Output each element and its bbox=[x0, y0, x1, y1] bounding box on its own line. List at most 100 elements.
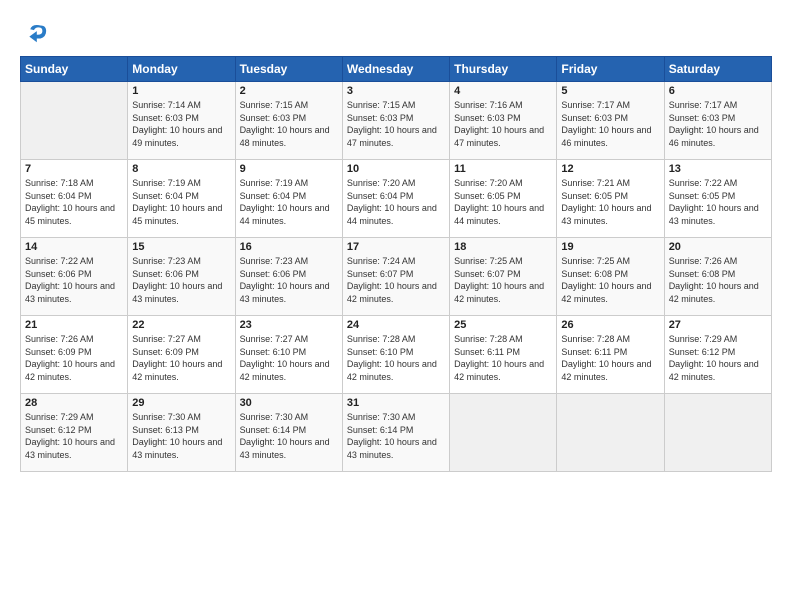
header-cell: Wednesday bbox=[342, 57, 449, 82]
day-number: 24 bbox=[347, 319, 445, 331]
calendar-day-cell bbox=[557, 394, 664, 472]
calendar-day-cell: 1 Sunrise: 7:14 AM Sunset: 6:03 PM Daylig… bbox=[128, 82, 235, 160]
day-number: 9 bbox=[240, 163, 338, 175]
header-cell: Friday bbox=[557, 57, 664, 82]
header-cell: Monday bbox=[128, 57, 235, 82]
day-number: 31 bbox=[347, 397, 445, 409]
calendar-day-cell bbox=[450, 394, 557, 472]
calendar-day-cell: 3 Sunrise: 7:15 AM Sunset: 6:03 PM Daylig… bbox=[342, 82, 449, 160]
calendar-week-row: 21Sunrise: 7:26 AM Sunset: 6:09 PM Dayli… bbox=[21, 316, 772, 394]
day-number: 23 bbox=[240, 319, 338, 331]
calendar-day-cell: 20 Sunrise: 7:26 AM Sunset: 6:08 PM Dayli… bbox=[664, 238, 771, 316]
calendar-day-cell: 2 Sunrise: 7:15 AM Sunset: 6:03 PM Daylig… bbox=[235, 82, 342, 160]
logo bbox=[20, 18, 52, 46]
day-info: Sunrise: 7:27 AM Sunset: 6:10 PM Dayligh… bbox=[240, 333, 338, 383]
day-number: 19 bbox=[561, 241, 659, 253]
day-info: Sunrise: 7:29 AM Sunset: 6:12 PM Dayligh… bbox=[669, 333, 767, 383]
day-info: Sunrise: 7:28 AM Sunset: 6:11 PM Dayligh… bbox=[561, 333, 659, 383]
calendar-day-cell: 31 Sunrise: 7:30 AM Sunset: 6:14 PM Dayli… bbox=[342, 394, 449, 472]
day-info: Sunrise: 7:19 AM Sunset: 6:04 PM Dayligh… bbox=[132, 177, 230, 227]
day-number: 25 bbox=[454, 319, 552, 331]
calendar-day-cell: 25 Sunrise: 7:28 AM Sunset: 6:11 PM Dayli… bbox=[450, 316, 557, 394]
day-number: 16 bbox=[240, 241, 338, 253]
calendar-day-cell: 17 Sunrise: 7:24 AM Sunset: 6:07 PM Dayli… bbox=[342, 238, 449, 316]
day-number: 29 bbox=[132, 397, 230, 409]
calendar-day-cell: 28 Sunrise: 7:29 AM Sunset: 6:12 PM Dayli… bbox=[21, 394, 128, 472]
calendar-day-cell: 7 Sunrise: 7:18 AM Sunset: 6:04 PM Daylig… bbox=[21, 160, 128, 238]
day-number: 13 bbox=[669, 163, 767, 175]
day-info: Sunrise: 7:30 AM Sunset: 6:14 PM Dayligh… bbox=[240, 411, 338, 461]
day-number: 22 bbox=[132, 319, 230, 331]
day-number: 8 bbox=[132, 163, 230, 175]
day-info: Sunrise: 7:16 AM Sunset: 6:03 PM Dayligh… bbox=[454, 99, 552, 149]
day-number: 27 bbox=[669, 319, 767, 331]
calendar-day-cell: 9 Sunrise: 7:19 AM Sunset: 6:04 PM Daylig… bbox=[235, 160, 342, 238]
day-info: Sunrise: 7:30 AM Sunset: 6:14 PM Dayligh… bbox=[347, 411, 445, 461]
header-cell: Sunday bbox=[21, 57, 128, 82]
day-info: Sunrise: 7:15 AM Sunset: 6:03 PM Dayligh… bbox=[240, 99, 338, 149]
header-cell: Thursday bbox=[450, 57, 557, 82]
day-info: Sunrise: 7:21 AM Sunset: 6:05 PM Dayligh… bbox=[561, 177, 659, 227]
day-number: 11 bbox=[454, 163, 552, 175]
calendar-day-cell: 23 Sunrise: 7:27 AM Sunset: 6:10 PM Dayli… bbox=[235, 316, 342, 394]
day-number: 12 bbox=[561, 163, 659, 175]
calendar-day-cell: 14 Sunrise: 7:22 AM Sunset: 6:06 PM Dayli… bbox=[21, 238, 128, 316]
day-info: Sunrise: 7:22 AM Sunset: 6:05 PM Dayligh… bbox=[669, 177, 767, 227]
calendar-week-row: 1 Sunrise: 7:14 AM Sunset: 6:03 PM Daylig… bbox=[21, 82, 772, 160]
calendar-day-cell: 21Sunrise: 7:26 AM Sunset: 6:09 PM Dayli… bbox=[21, 316, 128, 394]
day-info: Sunrise: 7:26 AM Sunset: 6:08 PM Dayligh… bbox=[669, 255, 767, 305]
calendar-day-cell: 13 Sunrise: 7:22 AM Sunset: 6:05 PM Dayli… bbox=[664, 160, 771, 238]
header-row: SundayMondayTuesdayWednesdayThursdayFrid… bbox=[21, 57, 772, 82]
day-number: 14 bbox=[25, 241, 123, 253]
day-info: Sunrise: 7:22 AM Sunset: 6:06 PM Dayligh… bbox=[25, 255, 123, 305]
calendar-day-cell: 26Sunrise: 7:28 AM Sunset: 6:11 PM Dayli… bbox=[557, 316, 664, 394]
day-info: Sunrise: 7:14 AM Sunset: 6:03 PM Dayligh… bbox=[132, 99, 230, 149]
calendar-day-cell: 19 Sunrise: 7:25 AM Sunset: 6:08 PM Dayli… bbox=[557, 238, 664, 316]
day-info: Sunrise: 7:18 AM Sunset: 6:04 PM Dayligh… bbox=[25, 177, 123, 227]
day-number: 7 bbox=[25, 163, 123, 175]
logo-icon bbox=[20, 18, 48, 46]
calendar-day-cell: 10Sunrise: 7:20 AM Sunset: 6:04 PM Dayli… bbox=[342, 160, 449, 238]
day-info: Sunrise: 7:19 AM Sunset: 6:04 PM Dayligh… bbox=[240, 177, 338, 227]
day-number: 3 bbox=[347, 85, 445, 97]
calendar-day-cell: 22 Sunrise: 7:27 AM Sunset: 6:09 PM Dayli… bbox=[128, 316, 235, 394]
calendar-day-cell: 18Sunrise: 7:25 AM Sunset: 6:07 PM Dayli… bbox=[450, 238, 557, 316]
day-number: 2 bbox=[240, 85, 338, 97]
day-number: 4 bbox=[454, 85, 552, 97]
calendar-day-cell: 15 Sunrise: 7:23 AM Sunset: 6:06 PM Dayli… bbox=[128, 238, 235, 316]
calendar-header: SundayMondayTuesdayWednesdayThursdayFrid… bbox=[21, 57, 772, 82]
calendar-day-cell: 24 Sunrise: 7:28 AM Sunset: 6:10 PM Dayli… bbox=[342, 316, 449, 394]
day-info: Sunrise: 7:30 AM Sunset: 6:13 PM Dayligh… bbox=[132, 411, 230, 461]
day-info: Sunrise: 7:15 AM Sunset: 6:03 PM Dayligh… bbox=[347, 99, 445, 149]
page-container: SundayMondayTuesdayWednesdayThursdayFrid… bbox=[0, 0, 792, 612]
day-info: Sunrise: 7:27 AM Sunset: 6:09 PM Dayligh… bbox=[132, 333, 230, 383]
day-info: Sunrise: 7:28 AM Sunset: 6:11 PM Dayligh… bbox=[454, 333, 552, 383]
day-number: 15 bbox=[132, 241, 230, 253]
day-info: Sunrise: 7:17 AM Sunset: 6:03 PM Dayligh… bbox=[669, 99, 767, 149]
day-info: Sunrise: 7:25 AM Sunset: 6:08 PM Dayligh… bbox=[561, 255, 659, 305]
calendar-day-cell: 5 Sunrise: 7:17 AM Sunset: 6:03 PM Daylig… bbox=[557, 82, 664, 160]
day-number: 6 bbox=[669, 85, 767, 97]
day-info: Sunrise: 7:25 AM Sunset: 6:07 PM Dayligh… bbox=[454, 255, 552, 305]
day-number: 20 bbox=[669, 241, 767, 253]
day-number: 28 bbox=[25, 397, 123, 409]
day-info: Sunrise: 7:23 AM Sunset: 6:06 PM Dayligh… bbox=[132, 255, 230, 305]
day-info: Sunrise: 7:28 AM Sunset: 6:10 PM Dayligh… bbox=[347, 333, 445, 383]
day-number: 1 bbox=[132, 85, 230, 97]
calendar-day-cell: 4 Sunrise: 7:16 AM Sunset: 6:03 PM Daylig… bbox=[450, 82, 557, 160]
day-info: Sunrise: 7:26 AM Sunset: 6:09 PM Dayligh… bbox=[25, 333, 123, 383]
day-number: 17 bbox=[347, 241, 445, 253]
day-info: Sunrise: 7:23 AM Sunset: 6:06 PM Dayligh… bbox=[240, 255, 338, 305]
calendar-day-cell: 30Sunrise: 7:30 AM Sunset: 6:14 PM Dayli… bbox=[235, 394, 342, 472]
calendar-day-cell: 29 Sunrise: 7:30 AM Sunset: 6:13 PM Dayli… bbox=[128, 394, 235, 472]
header-cell: Tuesday bbox=[235, 57, 342, 82]
day-info: Sunrise: 7:24 AM Sunset: 6:07 PM Dayligh… bbox=[347, 255, 445, 305]
day-info: Sunrise: 7:17 AM Sunset: 6:03 PM Dayligh… bbox=[561, 99, 659, 149]
calendar-day-cell bbox=[664, 394, 771, 472]
day-info: Sunrise: 7:20 AM Sunset: 6:05 PM Dayligh… bbox=[454, 177, 552, 227]
calendar-day-cell: 11 Sunrise: 7:20 AM Sunset: 6:05 PM Dayli… bbox=[450, 160, 557, 238]
calendar-day-cell: 6 Sunrise: 7:17 AM Sunset: 6:03 PM Daylig… bbox=[664, 82, 771, 160]
day-info: Sunrise: 7:29 AM Sunset: 6:12 PM Dayligh… bbox=[25, 411, 123, 461]
calendar-day-cell bbox=[21, 82, 128, 160]
day-number: 5 bbox=[561, 85, 659, 97]
